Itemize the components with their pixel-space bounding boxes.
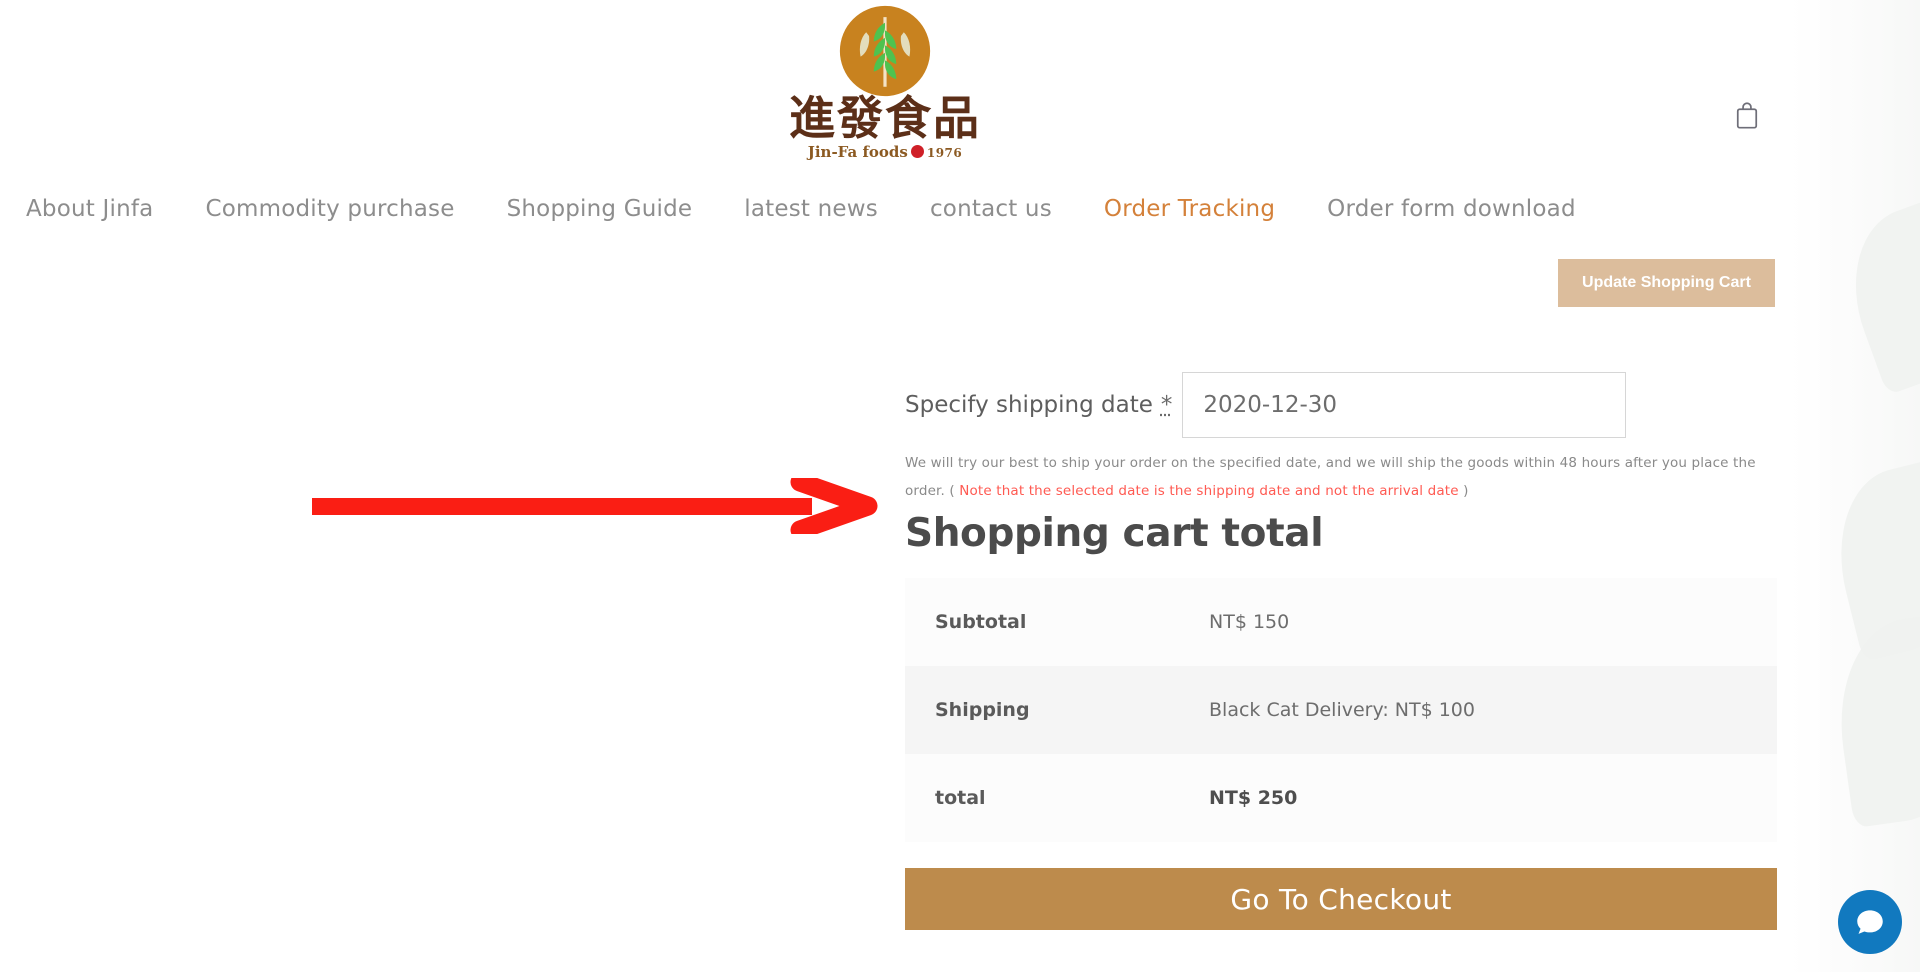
go-to-checkout-button[interactable]: Go To Checkout [905, 868, 1777, 931]
chat-bubble-icon [1857, 910, 1883, 934]
logo-text-cn: 進發食品 [789, 91, 981, 145]
wheat-circle-icon [839, 5, 931, 97]
nav-item-shopping-guide[interactable]: Shopping Guide [481, 196, 719, 222]
watermark-leaf-icon [1820, 458, 1920, 662]
required-asterisk: * [1160, 392, 1173, 418]
shipping-date-note: We will try our best to ship your order … [905, 450, 1765, 505]
cart-totals-title: Shopping cart total [905, 511, 1324, 557]
table-row: Subtotal NT$ 150 [905, 578, 1777, 667]
nav-item-order-tracking[interactable]: Order Tracking [1078, 196, 1301, 222]
nav-item-contact-us[interactable]: contact us [904, 196, 1078, 222]
row-label-shipping: Shipping [935, 699, 1030, 722]
watermark-leaf-icon [1826, 611, 1920, 829]
site-header: 進發食品 Jin-Fa foods 1976 [0, 0, 1796, 200]
page-root: 進發食品 Jin-Fa foods 1976 About Jinfa Commod… [0, 0, 1920, 972]
nav-item-commodity-purchase[interactable]: Commodity purchase [179, 196, 480, 222]
site-logo[interactable]: 進發食品 Jin-Fa foods 1976 [760, 4, 1010, 161]
cart-totals-section: Specify shipping date * We will try our … [905, 372, 1777, 931]
nav-item-about-jinfa[interactable]: About Jinfa [0, 196, 179, 222]
table-row: Shipping Black Cat Delivery: NT$ 100 [905, 666, 1777, 755]
cart-totals-table: Subtotal NT$ 150 Shipping Black Cat Deli… [905, 578, 1777, 843]
chat-widget-button[interactable] [1838, 890, 1902, 954]
annotation-arrow-icon [312, 478, 878, 534]
shopping-bag-icon[interactable] [1732, 100, 1762, 130]
red-seal-icon [910, 145, 924, 159]
main-navigation: About Jinfa Commodity purchase Shopping … [0, 196, 1796, 222]
row-value-subtotal: NT$ 150 [1209, 611, 1290, 634]
nav-item-latest-news[interactable]: latest news [718, 196, 904, 222]
logo-year: 1976 [926, 146, 963, 161]
update-shopping-cart-button[interactable]: Update Shopping Cart [1558, 259, 1775, 307]
shipping-note-text-2: ) [1458, 482, 1469, 499]
shipping-date-input[interactable] [1182, 372, 1627, 438]
nav-item-order-form-download[interactable]: Order form download [1301, 196, 1602, 222]
shipping-note-warning: Note that the selected date is the shipp… [959, 482, 1459, 499]
row-value-shipping: Black Cat Delivery: NT$ 100 [1209, 699, 1475, 722]
background-watermark [1790, 0, 1920, 972]
row-value-total: NT$ 250 [1209, 787, 1298, 810]
row-label-subtotal: Subtotal [935, 611, 1027, 634]
shipping-date-row: Specify shipping date * [905, 372, 1777, 438]
watermark-leaf-icon [1829, 194, 1920, 396]
row-label-total: total [935, 787, 986, 810]
table-row: total NT$ 250 [905, 754, 1777, 843]
logo-text-en: Jin-Fa foods 1976 [760, 143, 1010, 161]
logo-en-words: Jin-Fa foods [807, 143, 908, 162]
shipping-date-label: Specify shipping date [905, 392, 1153, 418]
